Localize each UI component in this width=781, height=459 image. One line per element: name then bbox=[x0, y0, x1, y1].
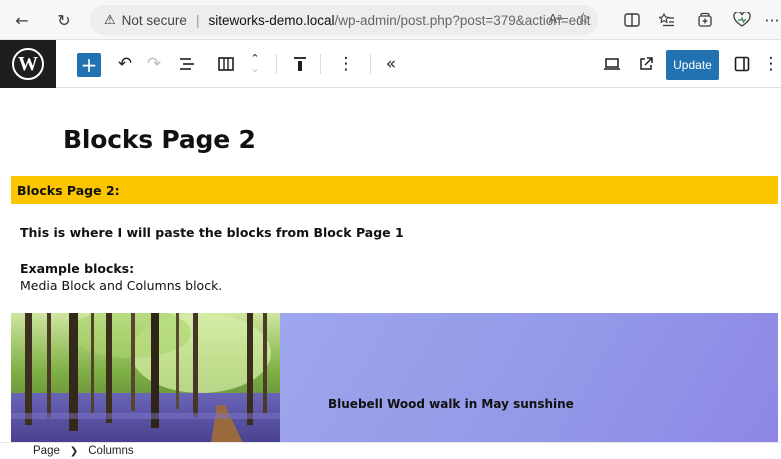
back-arrow-icon[interactable]: ← bbox=[10, 8, 34, 32]
breadcrumb-item-columns[interactable]: Columns bbox=[88, 445, 133, 457]
highlight-heading-block[interactable]: Blocks Page 2: bbox=[11, 176, 778, 204]
collections-icon[interactable] bbox=[693, 8, 717, 32]
warning-icon: ⚠ bbox=[104, 12, 116, 28]
intro-paragraph[interactable]: This is where I will paste the blocks fr… bbox=[20, 225, 404, 240]
chevron-right-icon: ❯ bbox=[69, 445, 79, 457]
chevron-down-icon[interactable]: ⌄ bbox=[250, 63, 259, 74]
view-post-external-icon[interactable] bbox=[636, 52, 656, 76]
block-options-icon[interactable]: ⋮ bbox=[336, 52, 356, 76]
bluebell-wood-image[interactable] bbox=[11, 313, 280, 442]
options-menu-icon[interactable]: ⋮ bbox=[761, 52, 781, 76]
settings-sidebar-icon[interactable] bbox=[732, 52, 752, 76]
update-button[interactable]: Update bbox=[666, 50, 719, 80]
collapse-toolbar-icon[interactable]: « bbox=[381, 52, 401, 76]
editor-canvas: Blocks Page 2 Blocks Page 2: This is whe… bbox=[0, 89, 781, 442]
block-breadcrumb: Page ❯ Columns bbox=[0, 442, 781, 459]
security-label: Not secure bbox=[121, 12, 187, 28]
breadcrumb-item-page[interactable]: Page bbox=[33, 445, 60, 457]
preview-device-icon[interactable] bbox=[602, 52, 622, 76]
media-caption[interactable]: Bluebell Wood walk in May sunshine bbox=[328, 397, 574, 411]
wordpress-icon: W bbox=[12, 48, 44, 80]
read-aloud-icon[interactable]: Aᵃ bbox=[548, 11, 562, 26]
browser-more-icon[interactable]: ··· bbox=[763, 8, 781, 32]
address-bar[interactable]: ⚠ Not secure | siteworks-demo.local/wp-a… bbox=[90, 5, 598, 35]
editor-toolbar: W + ↶ ↷ ⌃ ⌄ ⋮ « Update ⋮ bbox=[0, 40, 781, 88]
move-up-down-icon[interactable]: ⌃ ⌄ bbox=[245, 52, 265, 76]
refresh-icon[interactable]: ↻ bbox=[52, 8, 76, 32]
favorite-star-icon[interactable]: ☆ bbox=[577, 9, 590, 27]
address-separator: | bbox=[195, 12, 200, 28]
align-top-icon[interactable] bbox=[290, 52, 310, 76]
split-screen-icon[interactable] bbox=[620, 8, 644, 32]
toolbar-divider bbox=[320, 54, 321, 74]
browser-toolbar: ← ↻ ⚠ Not secure | siteworks-demo.local /… bbox=[0, 0, 781, 40]
document-overview-icon[interactable] bbox=[177, 52, 197, 76]
toolbar-divider bbox=[276, 54, 277, 74]
examples-paragraph[interactable]: Media Block and Columns block. bbox=[20, 278, 222, 293]
undo-icon[interactable]: ↶ bbox=[115, 52, 135, 76]
columns-block-icon[interactable] bbox=[216, 52, 236, 76]
browser-essentials-icon[interactable] bbox=[730, 8, 754, 32]
media-text-panel[interactable]: Bluebell Wood walk in May sunshine bbox=[280, 313, 778, 442]
add-block-button[interactable]: + bbox=[77, 53, 101, 77]
media-text-block[interactable]: Bluebell Wood walk in May sunshine bbox=[11, 313, 778, 442]
examples-heading[interactable]: Example blocks: bbox=[20, 261, 134, 276]
redo-icon[interactable]: ↷ bbox=[144, 52, 164, 76]
favorites-list-icon[interactable] bbox=[655, 8, 679, 32]
toolbar-divider bbox=[370, 54, 371, 74]
page-title[interactable]: Blocks Page 2 bbox=[63, 125, 256, 154]
wordpress-logo-button[interactable]: W bbox=[0, 40, 56, 88]
url-host: siteworks-demo.local bbox=[208, 12, 335, 28]
